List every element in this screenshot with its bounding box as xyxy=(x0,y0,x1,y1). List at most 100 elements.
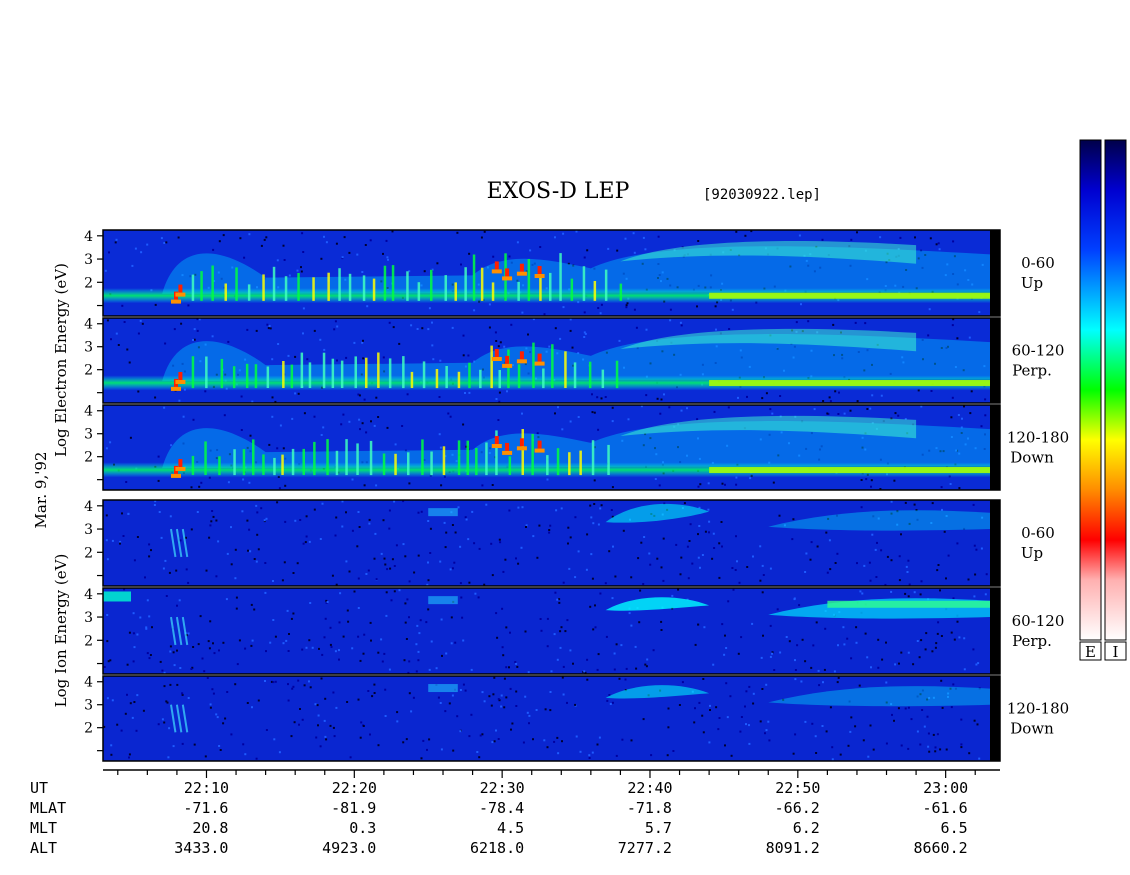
noise-pixel xyxy=(106,640,109,643)
noise-pixel xyxy=(718,576,721,579)
noise-pixel xyxy=(890,590,893,593)
noise-pixel xyxy=(106,319,109,322)
noise-pixel xyxy=(348,420,351,423)
noise-pixel xyxy=(394,443,397,446)
noise-pixel xyxy=(110,753,113,756)
electron-burst-spike xyxy=(407,452,410,476)
noise-pixel xyxy=(318,647,320,650)
electron-peak-flux xyxy=(494,261,499,270)
noise-pixel xyxy=(916,640,919,642)
noise-pixel xyxy=(226,691,229,693)
noise-pixel xyxy=(828,539,831,542)
noise-pixel xyxy=(792,518,795,521)
noise-pixel xyxy=(699,483,702,486)
noise-pixel xyxy=(553,740,556,743)
noise-pixel xyxy=(843,412,846,415)
noise-pixel xyxy=(898,662,900,665)
noise-pixel xyxy=(761,564,764,567)
noise-pixel xyxy=(431,321,433,324)
noise-pixel xyxy=(906,571,909,573)
noise-pixel xyxy=(440,484,443,487)
noise-pixel xyxy=(329,626,332,629)
noise-pixel xyxy=(459,730,462,733)
panel-edge-strip xyxy=(990,676,1000,761)
pitch-direction-label: Up xyxy=(1021,274,1043,292)
noise-pixel xyxy=(591,751,594,754)
noise-pixel xyxy=(761,397,764,400)
noise-pixel xyxy=(106,697,109,700)
noise-pixel xyxy=(956,620,959,623)
noise-pixel xyxy=(128,756,130,759)
noise-pixel xyxy=(357,577,360,580)
electron-burst-spike xyxy=(527,259,531,301)
noise-pixel xyxy=(590,553,593,556)
noise-pixel xyxy=(324,697,327,700)
noise-pixel xyxy=(473,309,476,312)
noise-pixel xyxy=(208,536,211,539)
noise-pixel xyxy=(562,306,565,309)
noise-pixel xyxy=(377,744,380,747)
noise-pixel xyxy=(105,447,108,450)
electron-burst-spike xyxy=(551,344,554,388)
noise-pixel xyxy=(643,536,646,538)
noise-pixel xyxy=(599,312,602,315)
noise-pixel xyxy=(583,311,586,314)
noise-pixel xyxy=(471,510,474,513)
electron-burst-spike xyxy=(312,277,315,301)
noise-pixel xyxy=(569,649,572,652)
noise-pixel xyxy=(167,756,170,759)
noise-pixel xyxy=(936,733,939,736)
noise-pixel xyxy=(415,643,418,646)
noise-pixel xyxy=(866,656,869,659)
noise-pixel xyxy=(246,328,249,331)
ion-patch xyxy=(428,508,458,517)
noise-pixel xyxy=(251,639,254,642)
electron-high-flux xyxy=(491,444,502,448)
noise-pixel xyxy=(735,230,738,233)
noise-pixel xyxy=(468,252,471,255)
noise-pixel xyxy=(168,571,171,574)
noise-pixel xyxy=(408,580,411,583)
noise-pixel xyxy=(248,481,251,484)
noise-pixel xyxy=(934,646,937,649)
noise-pixel xyxy=(586,249,589,252)
noise-pixel xyxy=(444,710,447,713)
noise-pixel xyxy=(276,501,279,504)
noise-pixel xyxy=(351,647,354,650)
colorbar xyxy=(1079,139,1102,641)
noise-pixel xyxy=(568,567,571,570)
noise-pixel xyxy=(412,696,415,699)
electron-peak-flux xyxy=(178,372,183,380)
noise-pixel xyxy=(341,525,344,528)
noise-pixel xyxy=(525,526,527,528)
noise-pixel xyxy=(465,518,468,521)
noise-pixel xyxy=(662,579,665,582)
noise-pixel xyxy=(596,743,599,746)
noise-pixel xyxy=(516,665,519,668)
electron-burst-spike xyxy=(601,369,605,388)
noise-pixel xyxy=(272,681,275,684)
noise-pixel xyxy=(497,738,500,740)
noise-pixel xyxy=(870,485,872,488)
noise-pixel xyxy=(227,340,230,343)
noise-pixel xyxy=(255,560,258,563)
noise-pixel xyxy=(574,516,577,519)
noise-pixel xyxy=(517,506,520,509)
noise-pixel xyxy=(157,723,160,726)
noise-pixel xyxy=(980,425,983,428)
noise-pixel xyxy=(660,566,663,569)
noise-pixel xyxy=(135,729,138,732)
noise-pixel xyxy=(308,680,310,683)
electron-burst-spike xyxy=(308,362,312,388)
noise-pixel xyxy=(515,690,518,693)
noise-pixel xyxy=(559,646,562,649)
noise-pixel xyxy=(984,398,987,401)
noise-pixel xyxy=(554,327,557,330)
noise-pixel xyxy=(359,736,362,739)
noise-pixel xyxy=(937,242,940,245)
noise-pixel xyxy=(604,582,607,585)
noise-pixel xyxy=(579,750,582,753)
noise-pixel xyxy=(984,593,987,596)
noise-pixel xyxy=(377,651,380,654)
noise-pixel xyxy=(382,519,385,522)
